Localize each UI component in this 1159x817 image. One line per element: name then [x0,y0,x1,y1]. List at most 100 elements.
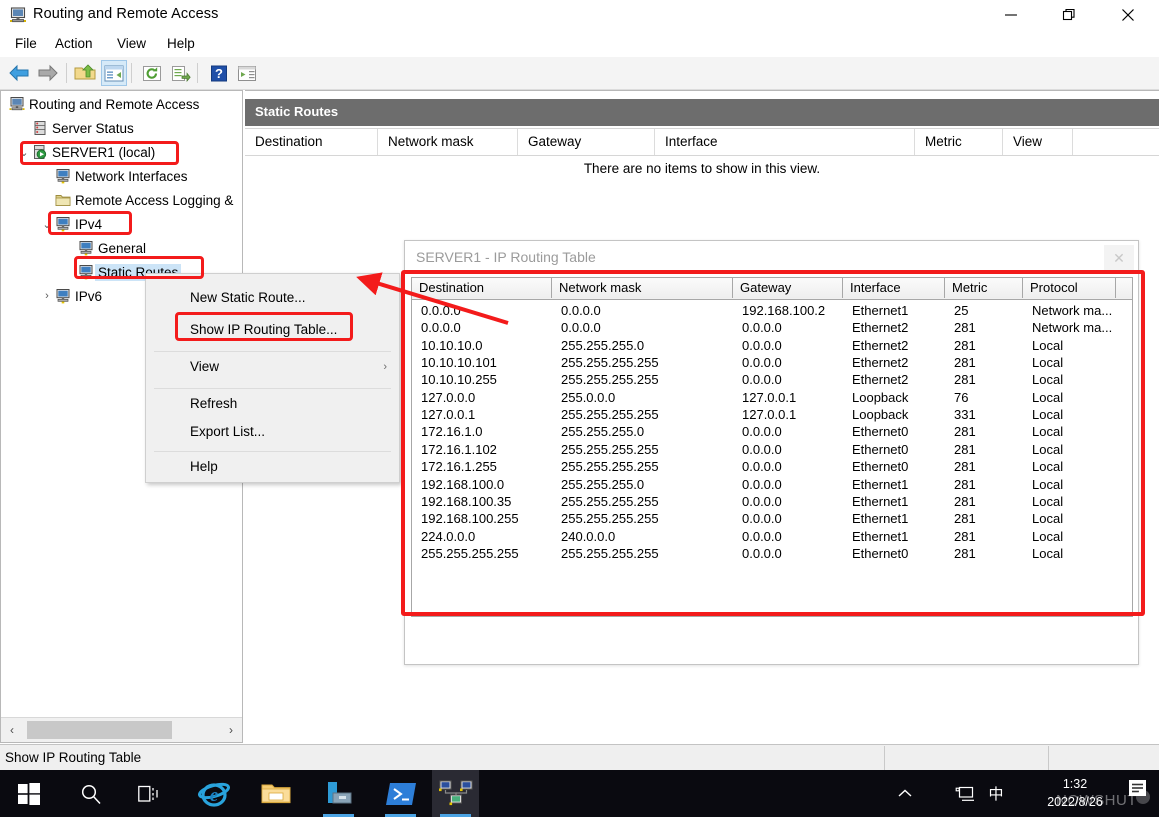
context-menu-item-view[interactable]: View › [146,352,399,382]
cell-metric: 331 [954,407,976,423]
cell-interface: Ethernet0 [852,441,909,457]
column-header-view[interactable]: View [1003,129,1073,155]
forward-icon[interactable] [35,60,61,86]
cell-interface: Ethernet1 [852,493,909,509]
grid-column-header-network-mask[interactable]: Network mask [552,278,733,298]
notification-icon[interactable] [1125,778,1151,804]
cell-protocol: Local [1032,476,1064,492]
tree-item-general[interactable]: General [78,238,146,258]
tree-item-ipv6[interactable]: IPv6 [55,286,102,306]
ime-indicator[interactable]: 中 [984,770,1008,817]
tree-item-ipv4[interactable]: IPv4 [55,214,102,234]
scroll-left-icon[interactable]: ‹ [1,718,23,742]
column-header-interface[interactable]: Interface [655,129,915,155]
cell-gateway: 0.0.0.0 [742,355,782,371]
scrollbar-thumb[interactable] [27,721,172,739]
minimize-button[interactable] [988,0,1034,30]
menu-view[interactable]: View [110,31,153,56]
ip-routing-table-row[interactable]: 127.0.0.0 255.0.0.0 127.0.0.1 Loopback 76 Loc… [412,389,1132,406]
tree-item-remote-access-logging[interactable]: Remote Access Logging & [55,190,233,210]
routing-remote-access-icon[interactable] [432,770,479,817]
context-menu-item-export-list[interactable]: Export List... [146,417,399,447]
up-folder-icon[interactable] [72,60,98,86]
grid-column-header-blank[interactable] [1116,278,1132,298]
tree-item-network-interfaces[interactable]: Network Interfaces [55,166,188,186]
cell-metric: 281 [954,355,976,371]
cell-metric: 281 [954,372,976,388]
context-menu-item-new-static-route[interactable]: New Static Route... [146,283,399,313]
ip-routing-table-row[interactable]: 127.0.0.1 255.255.255.255 127.0.0.1 Loopbac… [412,406,1132,423]
cell-network-mask: 0.0.0.0 [561,303,601,318]
ip-routing-table-row[interactable]: 172.16.1.255 255.255.255.255 0.0.0.0 Ethern… [412,458,1132,475]
menu-action[interactable]: Action [48,31,100,56]
cell-network-mask: 255.255.255.255 [561,441,659,457]
ip-routing-table-title: SERVER1 - IP Routing Table [416,249,596,265]
cell-metric: 281 [954,441,976,457]
scroll-right-icon[interactable]: › [220,718,242,742]
grid-column-header-gateway[interactable]: Gateway [733,278,843,298]
ip-routing-table-row[interactable]: 0.0.0.0 0.0.0.0 192.168.100.2 Ethernet1 25 Ne… [412,302,1132,319]
internet-explorer-icon[interactable]: e [190,770,237,817]
ip-routing-table-row[interactable]: 10.10.10.101 255.255.255.255 0.0.0.0 Ethern… [412,354,1132,371]
context-menu-item-help[interactable]: Help [146,452,399,482]
column-header-gateway[interactable]: Gateway [518,129,655,155]
refresh-icon[interactable] [139,60,165,86]
cell-network-mask: 255.255.255.255 [561,372,659,388]
cell-metric: 281 [954,528,976,544]
export-list-icon[interactable] [168,60,194,86]
tree-item-server-status[interactable]: Server Status [32,118,134,138]
ip-routing-table-row[interactable]: 172.16.1.102 255.255.255.255 0.0.0.0 Ethern… [412,441,1132,458]
cell-gateway: 192.168.100.2 [742,303,826,318]
cell-destination: 0.0.0.0 [421,320,461,336]
tree-item-routing-and-remote-access[interactable]: Routing and Remote Access [9,94,199,114]
grid-column-header-metric[interactable]: Metric [945,278,1023,298]
show-hidden-icons-chevron-icon[interactable] [888,770,922,817]
tree-collapse-icon[interactable]: ⌄ [18,142,30,162]
grid-column-header-protocol[interactable]: Protocol [1023,278,1116,298]
ip-routing-table-row[interactable]: 224.0.0.0 240.0.0.0 0.0.0.0 Ethernet1 281 Loc… [412,528,1132,545]
cell-protocol: Local [1032,337,1064,353]
ip-routing-table-row[interactable]: 192.168.100.255 255.255.255.255 0.0.0.0 Eth… [412,510,1132,527]
tree-item-server1-local[interactable]: SERVER1 (local) [32,142,155,162]
show-hide-console-tree-icon[interactable] [101,60,127,86]
ip-routing-table-row[interactable]: 255.255.255.255 255.255.255.255 0.0.0.0 Eth… [412,545,1132,562]
powershell-icon[interactable] [377,770,424,817]
task-view-icon[interactable] [126,770,173,817]
ip-routing-table-grid[interactable]: Destination Network mask Gateway Interfa… [411,277,1133,617]
ip-routing-table-close-button[interactable]: ✕ [1104,245,1134,271]
network-icon[interactable] [950,770,980,817]
ip-routing-table-row[interactable]: 10.10.10.0 255.255.255.0 0.0.0.0 Ethernet2 2… [412,337,1132,354]
column-header-blank[interactable] [1073,129,1159,155]
cell-protocol: Local [1032,424,1064,440]
tree-item-label: Routing and Remote Access [29,96,200,112]
context-menu-item-show-ip-routing-table[interactable]: Show IP Routing Table... [146,315,399,345]
column-header-network-mask[interactable]: Network mask [378,129,518,155]
cell-destination: 192.168.100.255 [421,511,519,527]
ip-routing-table-row[interactable]: 172.16.1.0 255.255.255.0 0.0.0.0 Ethernet0 2… [412,423,1132,440]
search-icon[interactable] [67,770,114,817]
grid-column-header-destination[interactable]: Destination [412,278,552,298]
close-button[interactable] [1105,0,1151,30]
ip-routing-table-row[interactable]: 0.0.0.0 0.0.0.0 0.0.0.0 Ethernet2 281 Network… [412,319,1132,336]
show-hide-action-pane-icon[interactable] [234,60,260,86]
grid-column-header-interface[interactable]: Interface [843,278,945,298]
ip-routing-table-row[interactable]: 192.168.100.35 255.255.255.255 0.0.0.0 Ethe… [412,493,1132,510]
server-manager-icon[interactable] [315,770,362,817]
context-menu-item-refresh[interactable]: Refresh [146,389,399,419]
tree-expand-icon[interactable]: › [41,286,53,306]
column-header-destination[interactable]: Destination [245,129,378,155]
file-explorer-icon[interactable] [252,770,299,817]
menu-file[interactable]: File [8,31,44,56]
help-icon[interactable]: ? [206,60,232,86]
tree-horizontal-scrollbar[interactable]: ‹ › [1,717,242,742]
cell-protocol: Local [1032,389,1064,405]
back-icon[interactable] [6,60,32,86]
menu-help[interactable]: Help [160,31,202,56]
tree-collapse-icon[interactable]: ⌄ [41,214,53,234]
maximize-button[interactable] [1046,0,1092,30]
ip-routing-table-row[interactable]: 10.10.10.255 255.255.255.255 0.0.0.0 Ethern… [412,371,1132,388]
ip-routing-table-row[interactable]: 192.168.100.0 255.255.255.0 0.0.0.0 Etherne… [412,476,1132,493]
tree-item-label: Network Interfaces [75,168,188,184]
start-button-icon[interactable] [5,770,52,817]
column-header-metric[interactable]: Metric [915,129,1003,155]
